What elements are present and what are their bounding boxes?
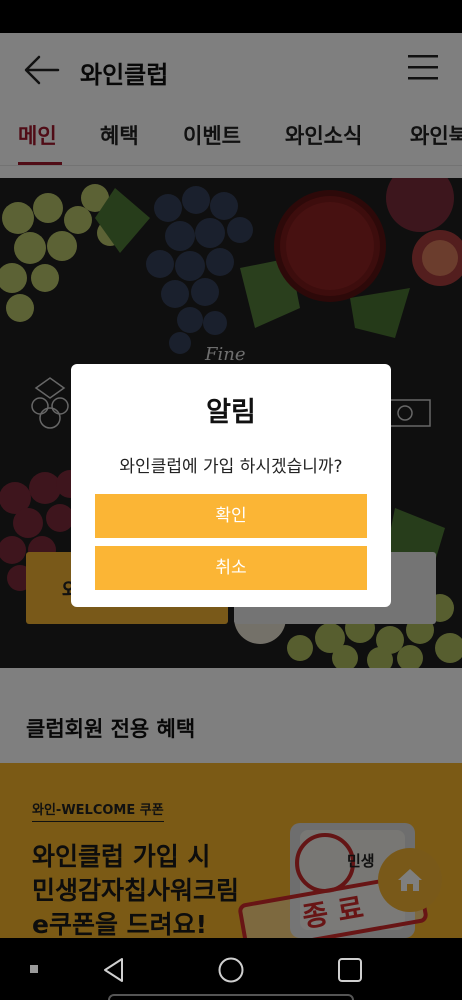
alert-dialog: 알림 와인클럽에 가입 하시겠습니까? 확인 취소 <box>71 364 391 607</box>
nav-recents-icon[interactable] <box>336 956 364 984</box>
app-screen: 와인클럽 메인 혜택 이벤트 와인소식 와인북 <box>0 0 462 1000</box>
dialog-message: 와인클럽에 가입 하시겠습니까? <box>119 457 343 477</box>
nav-indicator-dot <box>30 965 38 973</box>
cancel-button[interactable]: 취소 <box>95 546 367 590</box>
confirm-button[interactable]: 확인 <box>95 494 367 538</box>
nav-home-icon[interactable] <box>217 956 245 984</box>
nav-back-icon[interactable] <box>100 956 128 984</box>
system-navigation-bar <box>0 938 462 1000</box>
dialog-title: 알림 <box>206 397 256 428</box>
gesture-pill <box>108 994 354 1000</box>
